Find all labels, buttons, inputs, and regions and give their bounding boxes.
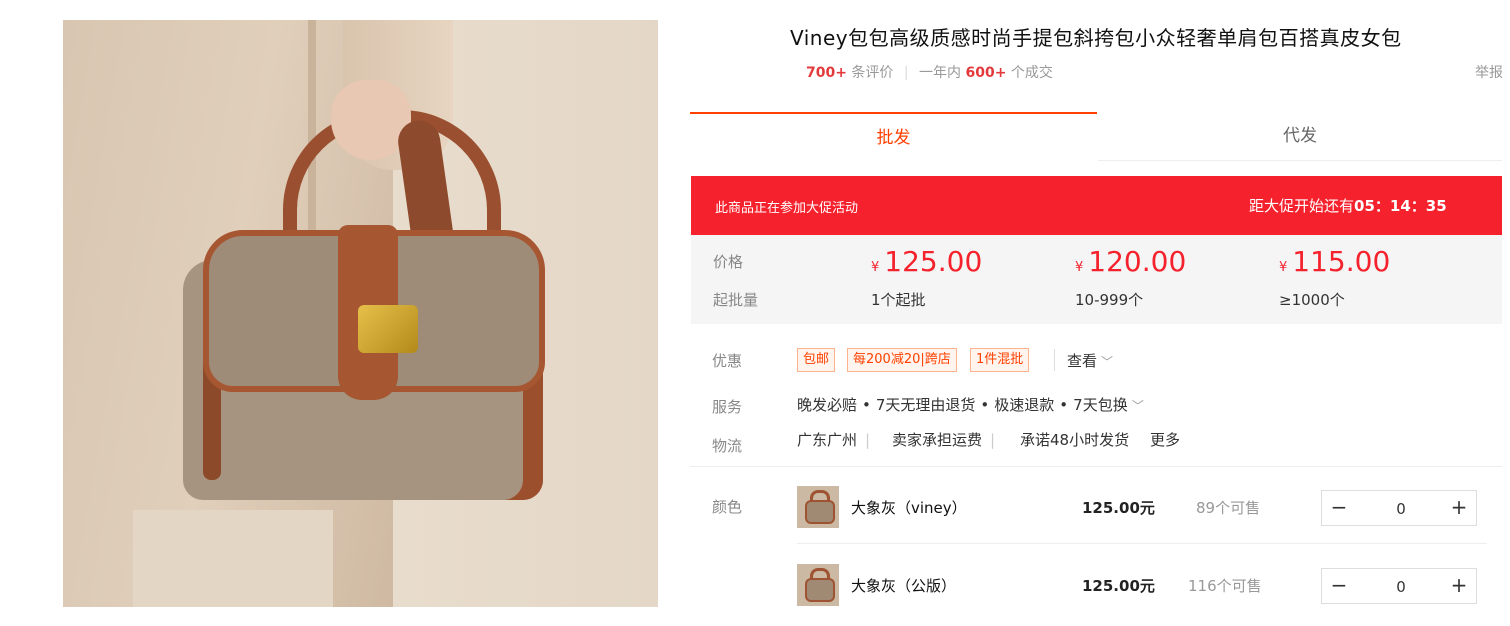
sku-thumbnail[interactable] [797,486,839,528]
countdown-timer: 05：14：35 [1354,197,1447,215]
promo-text: 此商品正在参加大促活动 [715,201,859,216]
product-image[interactable] [63,20,658,607]
price-tiers: 价格 起批量 ¥125.00 1个起批 ¥120.00 10-999个 ¥115… [691,235,1502,324]
service-item: 晚发必赔 [797,396,858,414]
tier-price: ¥120.00 [1075,245,1187,278]
report-link[interactable]: 举报 [1475,62,1503,82]
dot-separator: • [1059,396,1069,414]
tier-price: ¥115.00 [1279,245,1391,278]
offers-label: 优惠 [712,352,743,370]
offers-divider [1054,349,1055,371]
chevron-down-icon: ﹀ [1131,399,1144,413]
tier-qty: 1个起批 [871,291,926,309]
section-divider [690,466,1502,467]
dot-separator: • [980,396,990,414]
offers-view-button[interactable]: 查看 ﹀ [1067,350,1113,371]
tier-qty: ≥1000个 [1279,291,1345,309]
increment-button[interactable]: + [1442,569,1476,603]
image-bag-clasp [358,305,418,353]
tier-qty: 10-999个 [1075,291,1144,309]
decrement-button[interactable]: − [1322,569,1356,603]
offers-view-label: 查看 [1067,352,1098,370]
image-pants [133,510,333,607]
service-item: 7天无理由退货 [875,396,976,414]
logistics-more-link[interactable]: 更多 [1150,429,1180,450]
logistics-location: 广东广州 | [797,431,871,449]
increment-button[interactable]: + [1442,491,1476,525]
sku-divider [797,543,1487,544]
sku-row: 大象灰（viney） 125.00元 89个可售 − + [797,486,1502,548]
quantity-stepper: − + [1321,490,1477,526]
service-item: 极速退款 [994,396,1055,414]
year-label: 一年内 [919,65,962,81]
reviews-count[interactable]: 700+ [806,65,847,81]
sku-row: 大象灰（公版） 125.00元 116个可售 − + [797,564,1502,626]
service-label: 服务 [712,398,743,416]
logistics-shipping: 卖家承担运费 | [892,431,996,449]
sku-stock: 116个可售 [1188,577,1262,595]
sku-price: 125.00元 [1082,577,1155,595]
logistics-label: 物流 [712,437,743,455]
purchase-mode-tabs: 批发 代发 [690,112,1502,161]
product-title: Viney包包高级质感时尚手提包斜挎包小众轻奢单肩包百搭真皮女包 [790,26,1402,50]
product-stats: 700+ 条评价 | 一年内 600+ 个成交 [806,62,1053,82]
sku-name: 大象灰（viney） [851,499,967,517]
dot-separator: • [862,396,871,414]
offer-tag-mixed-batch[interactable]: 1件混批 [970,348,1030,372]
tab-wholesale[interactable]: 批发 [690,112,1097,160]
service-item: 7天包换 [1073,396,1128,414]
logistics-promise: 承诺48小时发货 [1020,431,1130,449]
sku-thumbnail[interactable] [797,564,839,606]
quantity-stepper: − + [1321,568,1477,604]
service-list[interactable]: 晚发必赔 • 7天无理由退货 • 极速退款 • 7天包换 ﹀ [797,394,1144,415]
sku-price: 125.00元 [1082,499,1155,517]
reviews-label[interactable]: 条评价 [851,65,893,81]
promo-banner: 此商品正在参加大促活动 距大促开始还有05：14：35 [691,176,1502,235]
color-label: 颜色 [712,498,743,516]
sku-stock: 89个可售 [1196,499,1261,517]
quantity-input[interactable] [1362,497,1440,521]
promo-countdown: 距大促开始还有05：14：35 [1249,195,1447,216]
deals-label: 个成交 [1010,65,1053,81]
stats-separator: | [903,65,909,81]
price-label: 价格 [713,253,744,271]
quantity-input[interactable] [1362,575,1440,599]
chevron-down-icon: ﹀ [1101,355,1114,369]
offer-tag-free-shipping[interactable]: 包邮 [797,348,836,372]
deals-count: 600+ [965,65,1007,81]
tier-price: ¥125.00 [871,245,983,278]
decrement-button[interactable]: − [1322,491,1356,525]
offer-tag-discount[interactable]: 每200减20|跨店 [847,348,957,372]
countdown-label: 距大促开始还有 [1249,197,1355,215]
sku-name: 大象灰（公版） [851,577,957,595]
tab-dropship[interactable]: 代发 [1098,112,1502,161]
min-qty-label: 起批量 [713,291,759,309]
